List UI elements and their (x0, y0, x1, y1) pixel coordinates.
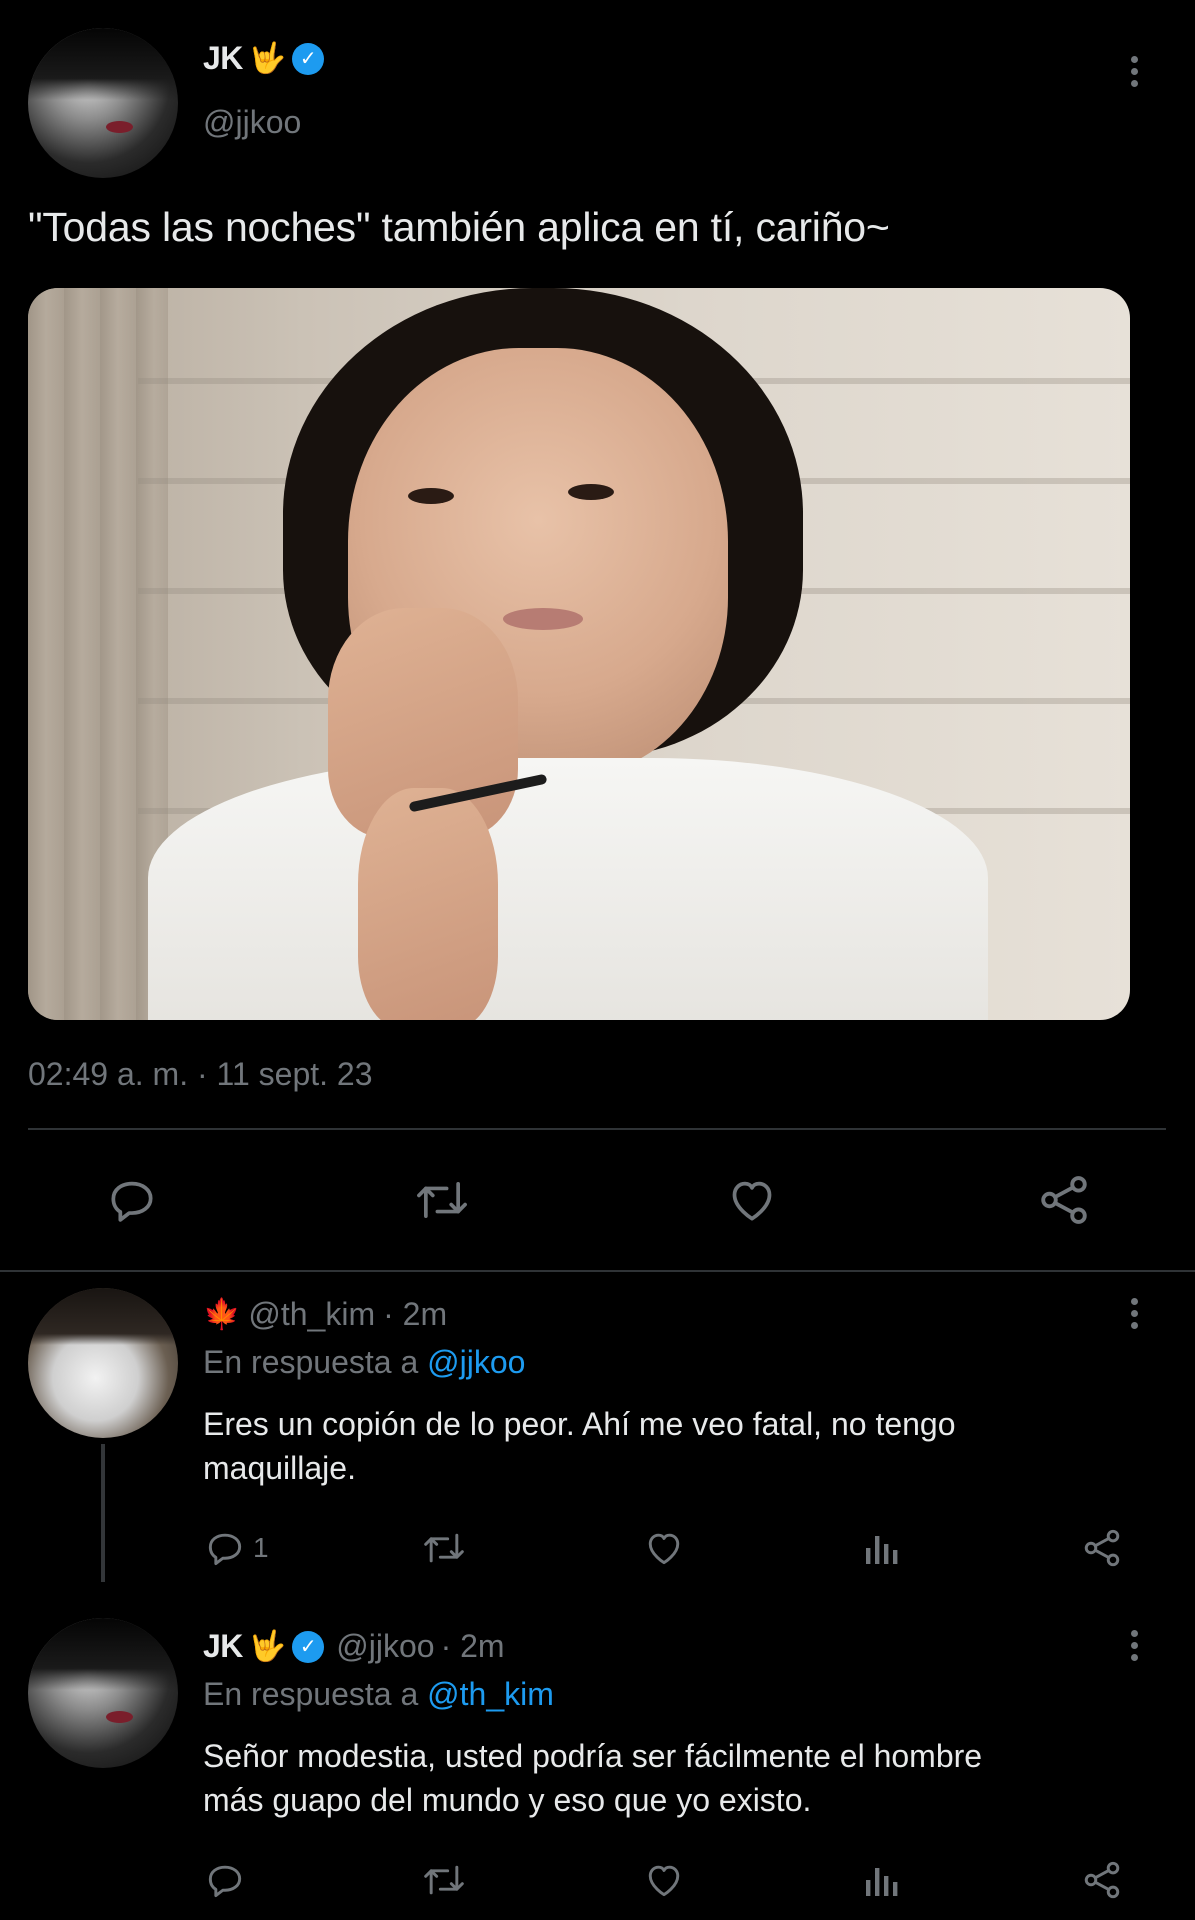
reply-icon[interactable] (203, 1856, 247, 1904)
views-icon[interactable] (862, 1856, 902, 1904)
author-handle[interactable]: @jjkoo (203, 104, 301, 141)
reply-handle[interactable]: @jjkoo (336, 1628, 434, 1665)
author-avatar[interactable] (28, 28, 178, 178)
like-icon[interactable] (642, 1856, 686, 1904)
reply-count: 1 (253, 1532, 269, 1563)
rock-hand-emoji: 🤟 (248, 41, 287, 75)
rock-hand-emoji: 🤟 (248, 1629, 287, 1663)
reply-text-line: más guapo del mundo y eso que yo existo. (203, 1782, 812, 1818)
author-display-name[interactable]: JK (203, 40, 243, 77)
more-options-icon[interactable] (1122, 1298, 1146, 1329)
reply-meta[interactable]: JK 🤟 ✓ @jjkoo · 2m (203, 1628, 505, 1665)
share-icon[interactable] (1080, 1524, 1124, 1572)
reply-text-line: maquillaje. (203, 1450, 356, 1486)
reply-display-name[interactable]: JK (203, 1628, 243, 1665)
reply-to-line: En respuesta a @th_kim (203, 1676, 554, 1713)
reply-meta[interactable]: 🍁 @th_kim · 2m (203, 1296, 447, 1333)
more-options-icon[interactable] (1122, 1630, 1146, 1661)
reply-text-line: Eres un copión de lo peor. Ahí me veo fa… (203, 1406, 956, 1442)
retweet-icon[interactable] (420, 1524, 468, 1572)
reply-time: · 2m (440, 1628, 505, 1664)
divider (28, 1128, 1166, 1130)
divider (0, 1270, 1195, 1272)
reply-handle[interactable]: @th_kim (248, 1296, 375, 1333)
reply-to-prefix: En respuesta a (203, 1676, 419, 1712)
reply-avatar[interactable] (28, 1288, 178, 1438)
reply-time: · 2m (383, 1296, 448, 1332)
verified-badge-icon: ✓ (292, 42, 325, 75)
share-icon[interactable] (1080, 1856, 1124, 1904)
reply-text: Eres un copión de lo peor. Ahí me veo fa… (203, 1402, 956, 1490)
maple-leaf-icon: 🍁 (203, 1298, 241, 1331)
reply-to-line: En respuesta a @jjkoo (203, 1344, 525, 1381)
reply-to-link[interactable]: @jjkoo (427, 1344, 525, 1380)
thread-line (101, 1444, 105, 1582)
like-icon[interactable] (720, 1168, 784, 1232)
tweet-photo[interactable] (28, 288, 1130, 1020)
tweet-timestamp[interactable]: 02:49 a. m. · 11 sept. 23 (28, 1056, 373, 1093)
reply-text: Señor modestia, usted podría ser fácilme… (203, 1734, 982, 1822)
retweet-icon[interactable] (420, 1856, 468, 1904)
reply-button[interactable]: 1 (203, 1524, 269, 1572)
reply-icon[interactable] (100, 1168, 164, 1232)
views-icon[interactable] (862, 1524, 902, 1572)
share-icon[interactable] (1032, 1168, 1096, 1232)
reply-to-prefix: En respuesta a (203, 1344, 419, 1380)
like-icon[interactable] (642, 1524, 686, 1572)
verified-badge-icon: ✓ (292, 1630, 325, 1663)
tweet-text: "Todas las noches" también aplica en tí,… (28, 204, 890, 250)
reply-icon (208, 1533, 242, 1566)
reply-avatar[interactable] (28, 1618, 178, 1768)
more-options-icon[interactable] (1122, 56, 1146, 87)
reply-text-line: Señor modestia, usted podría ser fácilme… (203, 1738, 983, 1774)
reply-to-link[interactable]: @th_kim (427, 1676, 554, 1712)
author-name-row[interactable]: JK 🤟 ✓ (203, 40, 325, 77)
retweet-icon[interactable] (410, 1168, 474, 1232)
